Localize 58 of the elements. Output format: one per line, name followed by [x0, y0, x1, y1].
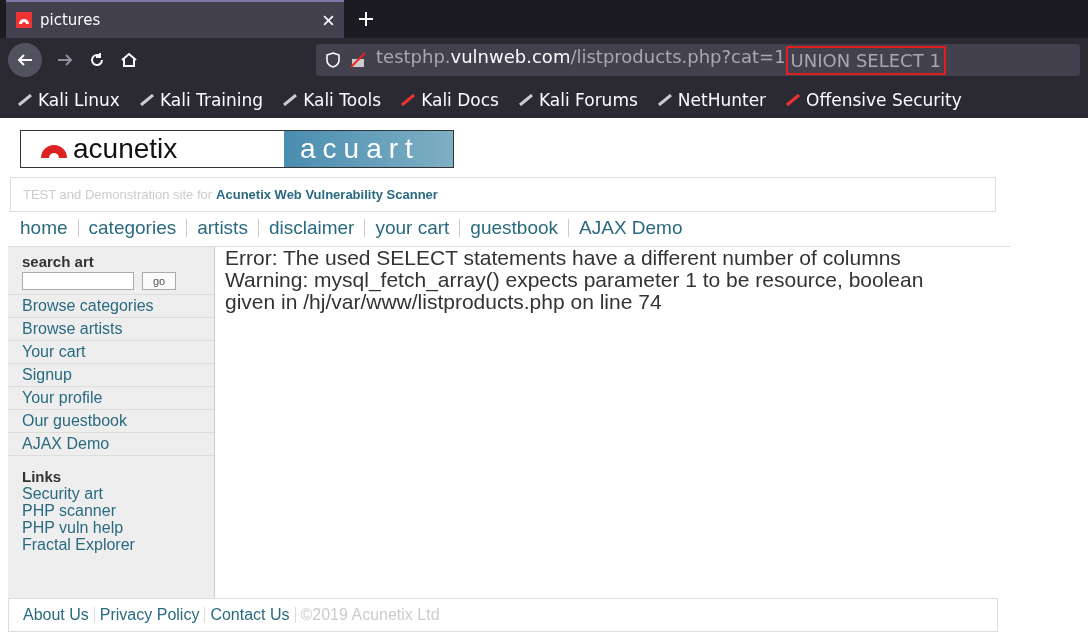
- shield-icon: [326, 52, 340, 68]
- footer-link[interactable]: About Us: [23, 606, 89, 624]
- sidebar-link[interactable]: Your profile: [8, 387, 214, 410]
- bookmark[interactable]: Kali Training: [139, 90, 264, 110]
- sidebar-link[interactable]: Browse categories: [8, 295, 214, 318]
- sidebar-link[interactable]: Signup: [8, 364, 214, 387]
- sidebar-link[interactable]: Fractal Explorer: [8, 536, 214, 553]
- go-button[interactable]: go: [142, 272, 177, 290]
- bookmark-icon: [786, 94, 801, 106]
- nav-link[interactable]: categories: [88, 217, 177, 239]
- scanner-link[interactable]: Acunetix Web Vulnerability Scanner: [216, 187, 438, 202]
- bookmark-icon: [518, 94, 533, 106]
- bookmark[interactable]: Kali Forums: [518, 90, 638, 110]
- sidebar-link[interactable]: Your cart: [8, 341, 214, 364]
- url-text: testphp.: [376, 45, 451, 69]
- bookmark[interactable]: Offensive Security: [786, 90, 962, 110]
- site-name: acuart: [300, 133, 420, 165]
- browser-tab[interactable]: pictures: [6, 0, 344, 38]
- nav-link[interactable]: home: [20, 217, 68, 239]
- bookmark-icon: [18, 94, 32, 106]
- nav-link[interactable]: AJAX Demo: [579, 217, 683, 239]
- footer-link[interactable]: Privacy Policy: [99, 606, 200, 624]
- bookmark-icon: [657, 94, 672, 106]
- nav-link[interactable]: guestbook: [470, 217, 559, 239]
- sidebar-link[interactable]: Browse artists: [8, 318, 214, 341]
- bookmark-icon: [283, 94, 298, 106]
- error-message: Warning: mysql_fetch_array() expects parameter 1 to be resource, boolean given in /hj/var/www/listproducts.php on line 74: [225, 269, 925, 313]
- address-bar[interactable]: testphp.vulnweb.com/listproducts.php?cat=1 UNION SELECT 1: [316, 44, 1080, 76]
- url-domain: vulnweb.com: [450, 45, 571, 69]
- highlighted-url-text: UNION SELECT 1: [785, 45, 946, 75]
- bookmark-icon: [401, 94, 416, 106]
- bookmark[interactable]: Kali Linux: [18, 90, 120, 110]
- bookmark[interactable]: Kali Docs: [401, 90, 499, 110]
- sidebar-link[interactable]: Security art: [8, 485, 214, 502]
- bookmark[interactable]: Kali Tools: [283, 90, 382, 110]
- sidebar-link[interactable]: AJAX Demo: [8, 433, 214, 456]
- sidebar-heading: Links: [21, 467, 63, 485]
- bookmark-icon: [139, 94, 154, 106]
- close-icon[interactable]: [323, 14, 334, 26]
- home-icon[interactable]: [120, 51, 138, 69]
- url-text: /listproducts.php?cat=1: [570, 45, 786, 69]
- nav-link[interactable]: disclaimer: [268, 217, 355, 239]
- nav-link[interactable]: artists: [197, 217, 248, 239]
- nav-link[interactable]: your cart: [375, 217, 450, 239]
- brand-name: acunetix: [73, 133, 178, 165]
- sidebar-link[interactable]: PHP scanner: [8, 502, 214, 519]
- new-tab-icon[interactable]: [358, 11, 374, 27]
- bookmark[interactable]: NetHunter: [657, 90, 767, 110]
- error-message: Error: The used SELECT statements have a different number of columns: [225, 247, 902, 269]
- footer-link[interactable]: Contact Us: [210, 606, 290, 624]
- site-icon: [16, 12, 32, 28]
- search-field[interactable]: [22, 272, 134, 290]
- sidebar-link[interactable]: PHP vuln help: [8, 519, 214, 536]
- insecure-lock-icon: [350, 52, 366, 68]
- sidebar-link[interactable]: Our guestbook: [8, 410, 214, 433]
- sidebar-heading: search art: [21, 252, 95, 270]
- reload-icon[interactable]: [88, 51, 106, 69]
- back-button[interactable]: [8, 43, 42, 77]
